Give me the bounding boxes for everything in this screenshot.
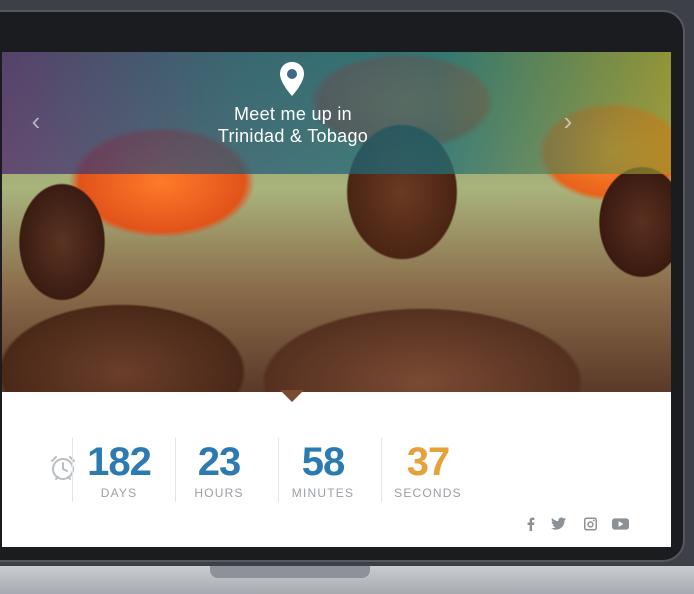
hero-line-1: Meet me up in	[234, 104, 352, 124]
hero-line-2: Trinidad & Tobago	[217, 126, 369, 146]
laptop-screen: Meet me up in Trinidad & Tobago ‹ › 182 …	[2, 52, 671, 547]
laptop-hinge-notch	[210, 566, 370, 578]
next-arrow-icon[interactable]: ›	[558, 106, 578, 136]
laptop-base	[0, 566, 694, 594]
youtube-icon[interactable]	[612, 517, 629, 531]
location-pin-icon	[280, 62, 304, 96]
seconds-label: SECONDS	[394, 486, 462, 500]
countdown-days: 182 DAYS	[69, 440, 169, 500]
countdown-minutes: 58 MINUTES	[273, 440, 373, 500]
laptop-bezel: Meet me up in Trinidad & Tobago ‹ › 182 …	[0, 10, 685, 562]
seconds-value: 37	[406, 440, 451, 484]
facebook-icon[interactable]	[527, 517, 535, 531]
instagram-icon[interactable]	[584, 517, 597, 531]
countdown-seconds: 37 SECONDS	[378, 440, 478, 500]
minutes-label: MINUTES	[291, 486, 355, 500]
days-label: DAYS	[100, 486, 138, 500]
countdown-panel: 182 DAYS 23 HOURS 58 MINUTES 37 SECONDS	[2, 392, 671, 547]
hours-value: 23	[197, 440, 242, 484]
minutes-value: 58	[301, 440, 346, 484]
hours-label: HOURS	[194, 486, 244, 500]
countdown-hours: 23 HOURS	[169, 440, 269, 500]
twitter-icon[interactable]	[551, 517, 566, 531]
prev-arrow-icon[interactable]: ‹	[26, 106, 46, 136]
days-value: 182	[87, 440, 152, 484]
